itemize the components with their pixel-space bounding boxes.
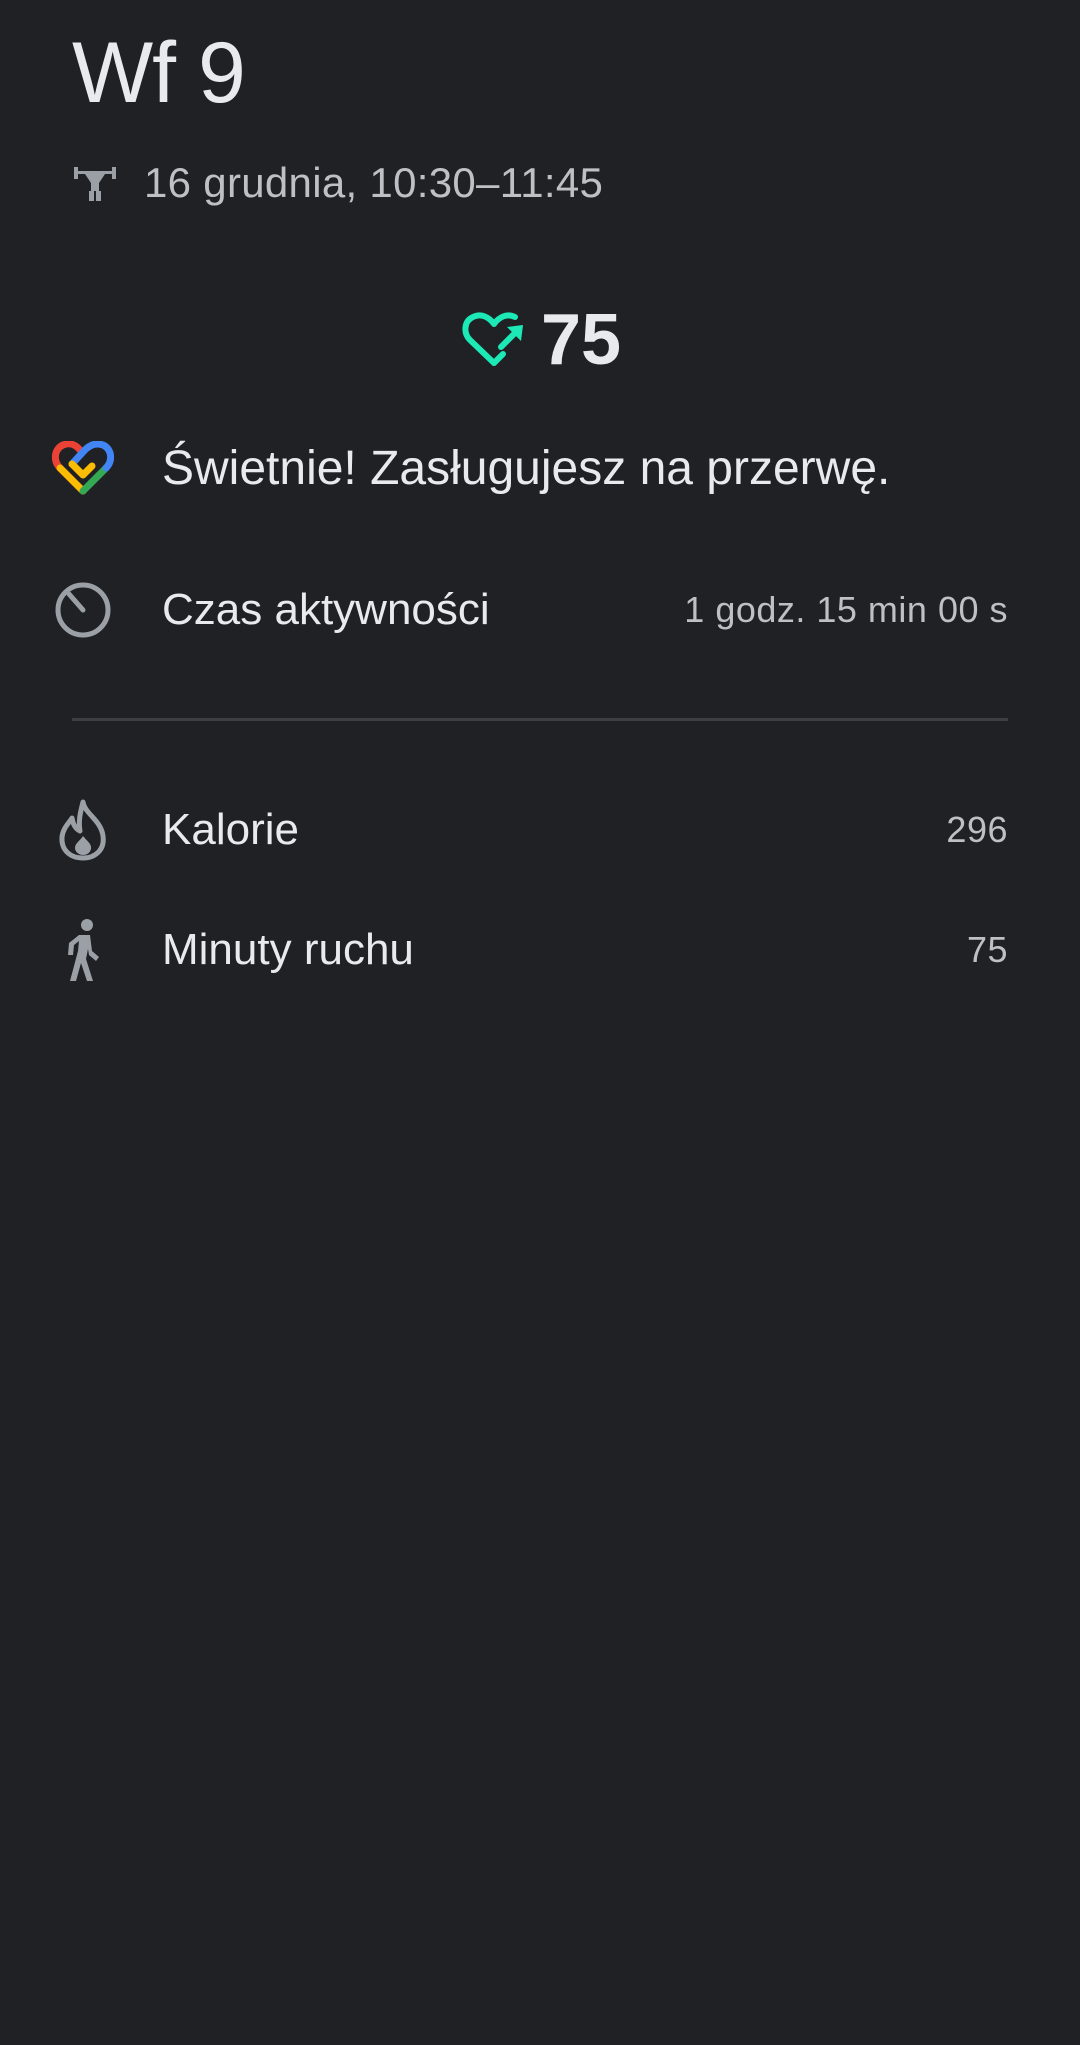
stat-row-move-minutes: Minuty ruchu 75 xyxy=(50,912,1008,988)
page-title: Wf 9 xyxy=(72,25,246,121)
stat-value: 1 godz. 15 min 00 s xyxy=(684,589,1008,630)
heart-points-value: 75 xyxy=(540,300,622,380)
timer-icon xyxy=(50,577,116,643)
message-text: Świetnie! Zasługujesz na przerwę. xyxy=(162,441,891,495)
stat-label: Czas aktywności xyxy=(162,585,490,634)
walking-person-icon xyxy=(50,917,116,983)
stat-row-active-time: Czas aktywności 1 godz. 15 min 00 s xyxy=(50,572,1008,648)
google-fit-logo-icon xyxy=(50,438,116,498)
stat-value: 75 xyxy=(966,929,1008,970)
encouragement-message: Świetnie! Zasługujesz na przerwę. xyxy=(50,430,1030,506)
flame-icon xyxy=(50,797,116,863)
divider xyxy=(72,718,1008,721)
heart-points-icon xyxy=(459,307,529,373)
stat-row-calories: Kalorie 296 xyxy=(50,792,1008,868)
heart-points-summary: 75 xyxy=(0,295,1080,385)
workout-subtitle: 16 grudnia, 10:30–11:45 xyxy=(72,155,603,211)
stat-label: Minuty ruchu xyxy=(162,925,414,974)
workout-date-time: 16 grudnia, 10:30–11:45 xyxy=(144,159,604,206)
weightlifting-icon xyxy=(72,163,118,203)
stat-value: 296 xyxy=(946,809,1008,850)
stat-label: Kalorie xyxy=(162,805,299,854)
